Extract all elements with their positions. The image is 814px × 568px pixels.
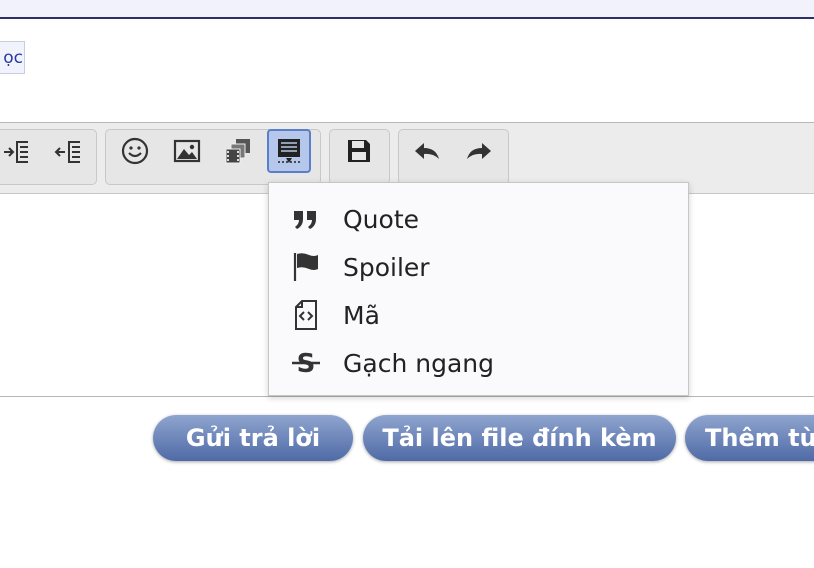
outdent-icon <box>4 141 28 163</box>
quote-icon <box>289 202 323 236</box>
tag-chip[interactable]: ọc <box>0 41 25 74</box>
menu-item-label: Spoiler <box>343 252 430 282</box>
flag-icon <box>289 250 323 284</box>
outdent-button[interactable] <box>0 129 38 173</box>
reply-button[interactable]: Gửi trả lời <box>153 415 353 461</box>
indent-icon <box>54 141 80 163</box>
upload-attachment-button[interactable]: Tải lên file đính kèm <box>363 415 676 461</box>
insert-block-icon <box>278 139 300 163</box>
strikethrough-icon: S <box>289 346 323 380</box>
media-icon <box>225 139 250 164</box>
insert-block-button[interactable] <box>267 129 311 173</box>
menu-item-strikethrough[interactable]: S Gạch ngang <box>269 340 688 386</box>
undo-button[interactable] <box>405 129 449 173</box>
insert-media-button[interactable] <box>217 129 261 173</box>
insert-image-button[interactable] <box>165 129 209 173</box>
indent-button[interactable] <box>46 129 90 173</box>
code-file-icon <box>289 298 323 332</box>
redo-icon <box>467 143 491 159</box>
redo-button[interactable] <box>457 129 501 173</box>
save-draft-icon <box>348 140 370 162</box>
menu-item-spoiler[interactable]: Spoiler <box>269 244 688 290</box>
image-icon <box>173 139 201 163</box>
page-header-band <box>0 0 814 19</box>
more-options-button[interactable]: Thêm từ <box>685 415 814 461</box>
menu-item-label: Gạch ngang <box>343 348 494 378</box>
insert-block-dropdown: Quote Spoiler Mã S Gạch ngang <box>268 182 689 396</box>
menu-item-label: Quote <box>343 204 420 234</box>
menu-item-code[interactable]: Mã <box>269 292 688 338</box>
save-draft-button[interactable] <box>337 129 381 173</box>
smiley-icon <box>121 137 149 165</box>
menu-item-label: Mã <box>343 300 380 330</box>
undo-icon <box>415 143 439 159</box>
smilies-button[interactable] <box>113 129 157 173</box>
menu-item-quote[interactable]: Quote <box>269 196 688 242</box>
